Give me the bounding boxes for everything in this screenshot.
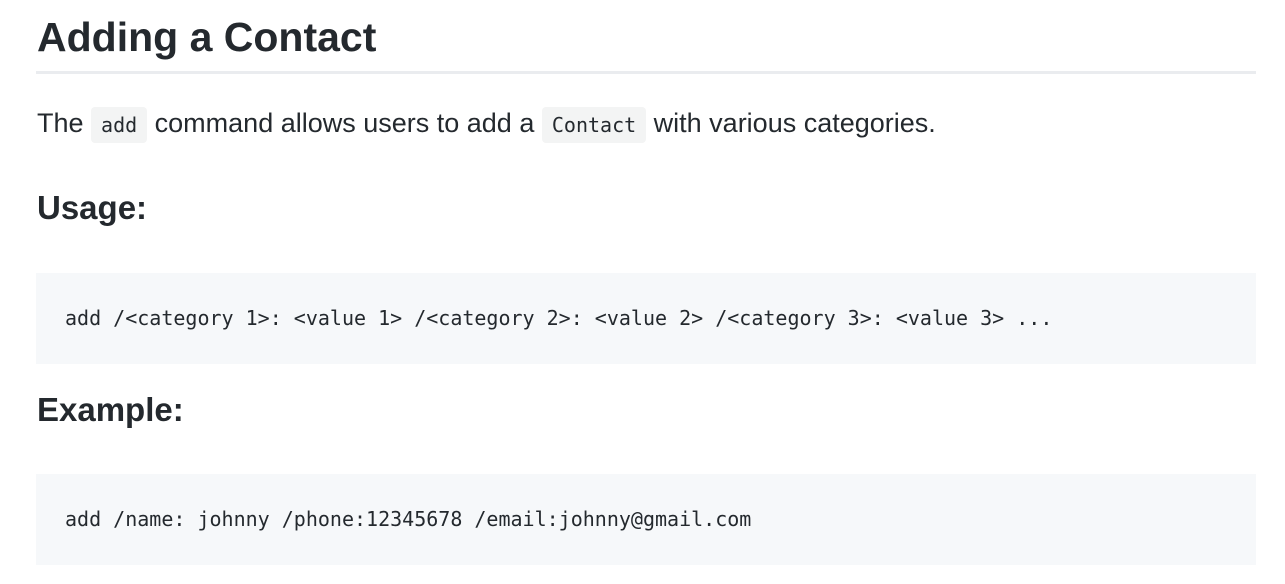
usage-code-block: add /<category 1>: <value 1> /<category … (36, 273, 1256, 364)
inline-code-add: add (91, 107, 148, 143)
document-page: Adding a Contact The add command allows … (0, 0, 1285, 584)
example-heading: Example: (37, 391, 184, 428)
intro-text-before: The (37, 108, 92, 138)
title-divider (36, 71, 1256, 74)
usage-heading: Usage: (37, 189, 148, 226)
intro-text-after: with various categories. (646, 108, 936, 138)
usage-code: add /<category 1>: <value 1> /<category … (65, 306, 1053, 330)
intro-text-middle: command allows users to add a (147, 108, 542, 138)
page-title: Adding a Contact (37, 14, 377, 60)
intro-paragraph: The add command allows users to add a Co… (37, 104, 936, 144)
inline-code-contact: Contact (541, 107, 647, 143)
example-code: add /name: johnny /phone:12345678 /email… (65, 507, 752, 531)
example-code-block: add /name: johnny /phone:12345678 /email… (36, 474, 1256, 565)
